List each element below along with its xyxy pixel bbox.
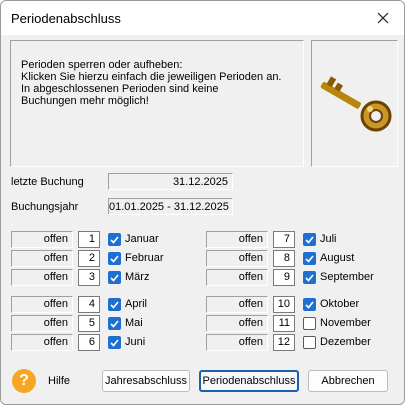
period-checkbox[interactable] (303, 298, 316, 311)
period-checkbox[interactable] (303, 233, 316, 246)
period-month-label[interactable]: Dezember (320, 336, 371, 348)
period-month-label[interactable]: März (125, 271, 149, 283)
period-status-field: offen (11, 250, 73, 267)
key-image-panel (311, 40, 398, 167)
period-month-label[interactable]: Februar (125, 252, 164, 264)
period-number-field: 4 (78, 296, 100, 313)
period-checkbox[interactable] (303, 252, 316, 265)
period-number-field: 7 (273, 231, 295, 248)
info-line: Klicken Sie hierzu einfach die jeweilige… (21, 71, 282, 83)
period-checkbox[interactable] (303, 317, 316, 330)
period-month-label[interactable]: Oktober (320, 298, 359, 310)
period-checkbox[interactable] (303, 271, 316, 284)
period-number-field: 6 (78, 334, 100, 351)
period-number-field: 8 (273, 250, 295, 267)
period-checkbox[interactable] (108, 317, 121, 330)
period-status-field: offen (206, 296, 268, 313)
checkmark-icon (110, 338, 119, 347)
period-checkbox[interactable] (108, 298, 121, 311)
period-number-field: 5 (78, 315, 100, 332)
close-icon (377, 12, 389, 24)
period-status-field: offen (11, 296, 73, 313)
checkmark-icon (305, 273, 314, 282)
period-status-field: offen (206, 231, 268, 248)
info-line: In abgeschlossenen Perioden sind keine (21, 83, 219, 95)
info-line: Perioden sperren oder aufheben: (21, 59, 183, 71)
checkmark-icon (305, 235, 314, 244)
info-panel: Perioden sperren oder aufheben: Klicken … (10, 40, 304, 167)
period-status-field: offen (206, 250, 268, 267)
period-checkbox[interactable] (108, 252, 121, 265)
help-label[interactable]: Hilfe (48, 375, 70, 387)
period-checkbox[interactable] (108, 336, 121, 349)
checkmark-icon (110, 319, 119, 328)
period-status-field: offen (206, 315, 268, 332)
last-booking-label: letzte Buchung (11, 176, 84, 188)
period-checkbox[interactable] (303, 336, 316, 349)
fiscal-year-label: Buchungsjahr (11, 201, 79, 213)
checkmark-icon (305, 254, 314, 263)
period-status-field: offen (11, 334, 73, 351)
period-month-label[interactable]: Mai (125, 317, 143, 329)
close-button[interactable] (366, 4, 400, 32)
period-checkbox[interactable] (108, 271, 121, 284)
period-close-button[interactable]: Periodenabschluss (199, 370, 299, 392)
cancel-button[interactable]: Abbrechen (308, 370, 388, 392)
period-number-field: 1 (78, 231, 100, 248)
period-month-label[interactable]: April (125, 298, 147, 310)
period-month-label[interactable]: Januar (125, 233, 159, 245)
checkmark-icon (110, 235, 119, 244)
year-end-button[interactable]: Jahresabschluss (102, 370, 190, 392)
period-number-field: 10 (273, 296, 295, 313)
title-bar: Periodenabschluss (1, 1, 404, 35)
period-number-field: 2 (78, 250, 100, 267)
period-month-label[interactable]: November (320, 317, 371, 329)
key-icon (320, 76, 392, 132)
checkmark-icon (110, 300, 119, 309)
period-checkbox[interactable] (108, 233, 121, 246)
fiscal-year-field: 01.01.2025 - 31.12.2025 (108, 198, 233, 215)
period-status-field: offen (11, 231, 73, 248)
period-number-field: 3 (78, 269, 100, 286)
checkmark-icon (305, 300, 314, 309)
period-number-field: 11 (273, 315, 295, 332)
info-line: Buchungen mehr möglich! (21, 95, 149, 107)
period-number-field: 9 (273, 269, 295, 286)
period-status-field: offen (206, 334, 268, 351)
last-booking-field: 31.12.2025 (108, 173, 233, 190)
period-status-field: offen (11, 315, 73, 332)
period-month-label[interactable]: Juli (320, 233, 337, 245)
checkmark-icon (110, 254, 119, 263)
period-status-field: offen (11, 269, 73, 286)
dialog-window: Periodenabschluss Perioden sperren oder … (0, 0, 405, 405)
period-number-field: 12 (273, 334, 295, 351)
period-status-field: offen (206, 269, 268, 286)
question-mark-icon[interactable]: ? (12, 369, 36, 393)
period-month-label[interactable]: September (320, 271, 374, 283)
checkmark-icon (110, 273, 119, 282)
period-month-label[interactable]: Juni (125, 336, 145, 348)
period-month-label[interactable]: August (320, 252, 354, 264)
window-title: Periodenabschluss (11, 11, 121, 26)
